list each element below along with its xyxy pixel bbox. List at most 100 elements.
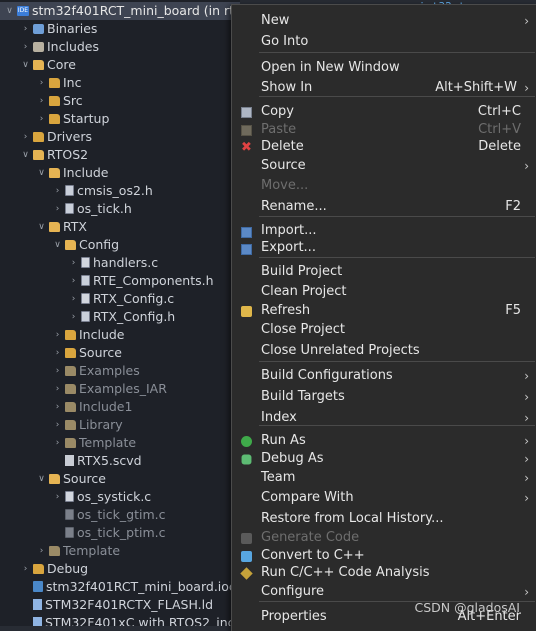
expand-closed-icon[interactable]: › [68, 308, 79, 326]
menu-item-build-configurations[interactable]: Build Configurations › [232, 366, 536, 386]
menu-item-restore-from-local-history[interactable]: Restore from Local History... [232, 509, 536, 529]
folder-open-icon [49, 222, 60, 232]
tree-item[interactable]: › Includes [20, 38, 99, 56]
binaries-icon [33, 24, 44, 34]
tree-item[interactable]: ∨ Source [36, 470, 106, 488]
expand-closed-icon[interactable]: › [52, 200, 63, 218]
menu-item-configure[interactable]: Configure › [232, 582, 536, 602]
expand-closed-icon[interactable]: › [68, 272, 79, 290]
expand-closed-icon[interactable]: › [52, 398, 63, 416]
expand-closed-icon[interactable]: › [52, 344, 63, 362]
menu-item-label: Close Unrelated Projects [261, 343, 420, 358]
tree-item[interactable]: › RTX_Config.h [68, 308, 176, 326]
expand-open-icon[interactable]: ∨ [36, 470, 47, 488]
tree-item[interactable]: › Inc [36, 74, 82, 92]
tree-item[interactable]: › Drivers [20, 128, 92, 146]
menu-item-team[interactable]: Team › [232, 468, 536, 488]
menu-item-new[interactable]: New › [232, 11, 536, 31]
menu-item-show-in[interactable]: Show In Alt+Shift+W › [232, 78, 536, 98]
tree-item[interactable]: RTX5.scvd [52, 452, 142, 470]
tree-item[interactable]: › Startup [36, 110, 110, 128]
tree-item[interactable]: › Include [52, 326, 125, 344]
tree-item[interactable]: ∨ RTOS2 [20, 146, 88, 164]
expand-open-icon[interactable]: ∨ [36, 164, 47, 182]
expand-closed-icon[interactable]: › [20, 128, 31, 146]
folder-icon [33, 564, 44, 574]
expand-closed-icon[interactable]: › [52, 488, 63, 506]
tree-item-label: Debug [47, 561, 89, 576]
tree-item[interactable]: › Template [36, 542, 120, 560]
tree-item[interactable]: ∨ RTX [36, 218, 87, 236]
menu-item-run-as[interactable]: Run As › [232, 431, 536, 451]
tree-item[interactable]: ∨IDEstm32f401RCT_mini_board (in rtx_demo… [0, 2, 240, 20]
tree-item[interactable]: › Library [52, 416, 123, 434]
menu-item-generate-code[interactable]: Generate Code [232, 528, 536, 548]
tree-item[interactable]: › Src [36, 92, 83, 110]
expand-open-icon[interactable]: ∨ [20, 56, 31, 74]
expand-closed-icon[interactable]: › [36, 110, 47, 128]
tree-item[interactable]: stm32f401RCT_mini_board.ioc [20, 578, 236, 596]
expand-closed-icon[interactable]: › [36, 74, 47, 92]
menu-item-close-project[interactable]: Close Project [232, 320, 536, 340]
expand-closed-icon[interactable]: › [52, 416, 63, 434]
tree-item[interactable]: STM32F401xC with RTOS2_include [20, 614, 240, 626]
menu-item-build-project[interactable]: Build Project [232, 262, 536, 282]
tree-item[interactable]: › Source [52, 344, 122, 362]
expand-closed-icon[interactable]: › [68, 290, 79, 308]
folder-icon [65, 348, 76, 358]
expand-closed-icon[interactable]: › [52, 380, 63, 398]
tree-item[interactable]: › Examples_IAR [52, 380, 167, 398]
tree-item[interactable]: › Template [52, 434, 136, 452]
menu-item-compare-with[interactable]: Compare With › [232, 488, 536, 508]
menu-item-source[interactable]: Source › [232, 156, 536, 176]
menu-item-copy[interactable]: Copy Ctrl+C [232, 102, 536, 122]
tree-item[interactable]: ∨ Config [52, 236, 119, 254]
menu-item-rename[interactable]: Rename... F2 [232, 197, 536, 217]
tree-item[interactable]: STM32F401RCTX_FLASH.ld [20, 596, 213, 614]
expand-closed-icon[interactable]: › [36, 542, 47, 560]
expand-closed-icon[interactable]: › [52, 182, 63, 200]
expand-closed-icon[interactable]: › [52, 326, 63, 344]
tree-item[interactable]: › os_systick.c [52, 488, 151, 506]
tree-item[interactable]: › RTX_Config.c [68, 290, 175, 308]
tree-item-label: Library [79, 417, 123, 432]
tree-item-label: Inc [63, 75, 82, 90]
expand-closed-icon[interactable]: › [52, 434, 63, 452]
tree-item[interactable]: ∨ Include [36, 164, 108, 182]
expand-closed-icon[interactable]: › [68, 254, 79, 272]
tree-item[interactable]: os_tick_gtim.c [52, 506, 165, 524]
tree-item[interactable]: › Debug [20, 560, 88, 578]
menu-item-close-unrelated-projects[interactable]: Close Unrelated Projects [232, 341, 536, 361]
tree-item[interactable]: › os_tick.h [52, 200, 132, 218]
tree-item[interactable]: › Include1 [52, 398, 133, 416]
tree-item[interactable]: › handlers.c [68, 254, 158, 272]
tree-item[interactable]: › Examples [52, 362, 140, 380]
header-file-icon [65, 185, 74, 196]
tree-item[interactable]: › RTE_Components.h [68, 272, 214, 290]
menu-item-open-in-new-window[interactable]: Open in New Window [232, 58, 536, 78]
menu-item-clean-project[interactable]: Clean Project [232, 282, 536, 302]
menu-item-refresh[interactable]: Refresh F5 [232, 301, 536, 321]
tree-item[interactable]: ∨ Core [20, 56, 76, 74]
tree-item[interactable]: › cmsis_os2.h [52, 182, 153, 200]
menu-separator [259, 52, 535, 53]
tree-item[interactable]: os_tick_ptim.c [52, 524, 165, 542]
tree-item[interactable]: › Binaries [20, 20, 98, 38]
expand-closed-icon[interactable]: › [20, 560, 31, 578]
expand-closed-icon[interactable]: › [20, 20, 31, 38]
menu-item-debug-as[interactable]: Debug As › [232, 449, 536, 469]
expand-open-icon[interactable]: ∨ [52, 236, 63, 254]
menu-item-move[interactable]: Move... [232, 176, 536, 196]
menu-item-export[interactable]: Export... [232, 238, 536, 258]
expand-open-icon[interactable]: ∨ [36, 218, 47, 236]
expand-open-icon[interactable]: ∨ [4, 2, 15, 20]
expand-open-icon[interactable]: ∨ [20, 146, 31, 164]
expand-closed-icon[interactable]: › [36, 92, 47, 110]
expand-closed-icon[interactable]: › [20, 38, 31, 56]
menu-item-build-targets[interactable]: Build Targets › [232, 387, 536, 407]
expand-closed-icon[interactable]: › [52, 362, 63, 380]
menu-item-go-into[interactable]: Go Into [232, 32, 536, 52]
tree-item-label: os_tick_ptim.c [77, 525, 166, 540]
menu-item-run-c-c-code-analysis[interactable]: Run C/C++ Code Analysis [232, 563, 536, 583]
menu-item-delete[interactable]: ✖ Delete Delete [232, 137, 536, 157]
